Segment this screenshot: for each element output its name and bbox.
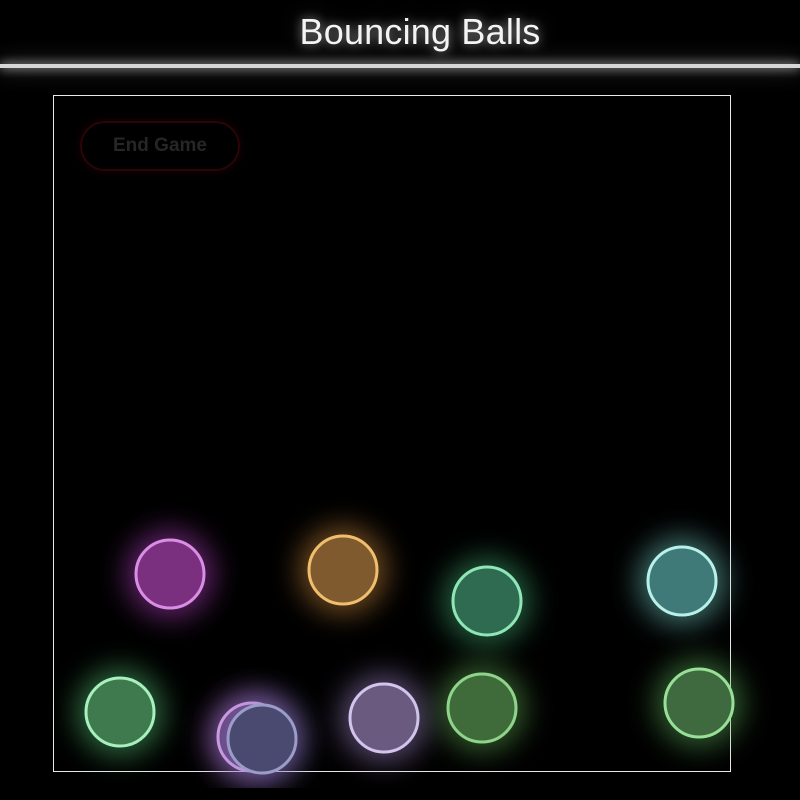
end-game-button[interactable]: End Game — [80, 121, 240, 171]
page-title: Bouncing Balls — [299, 11, 541, 52]
title-divider — [0, 64, 800, 68]
bottom-strip — [0, 788, 800, 800]
game-page: Bouncing Balls End Game — [0, 0, 800, 800]
game-arena[interactable] — [53, 95, 731, 772]
